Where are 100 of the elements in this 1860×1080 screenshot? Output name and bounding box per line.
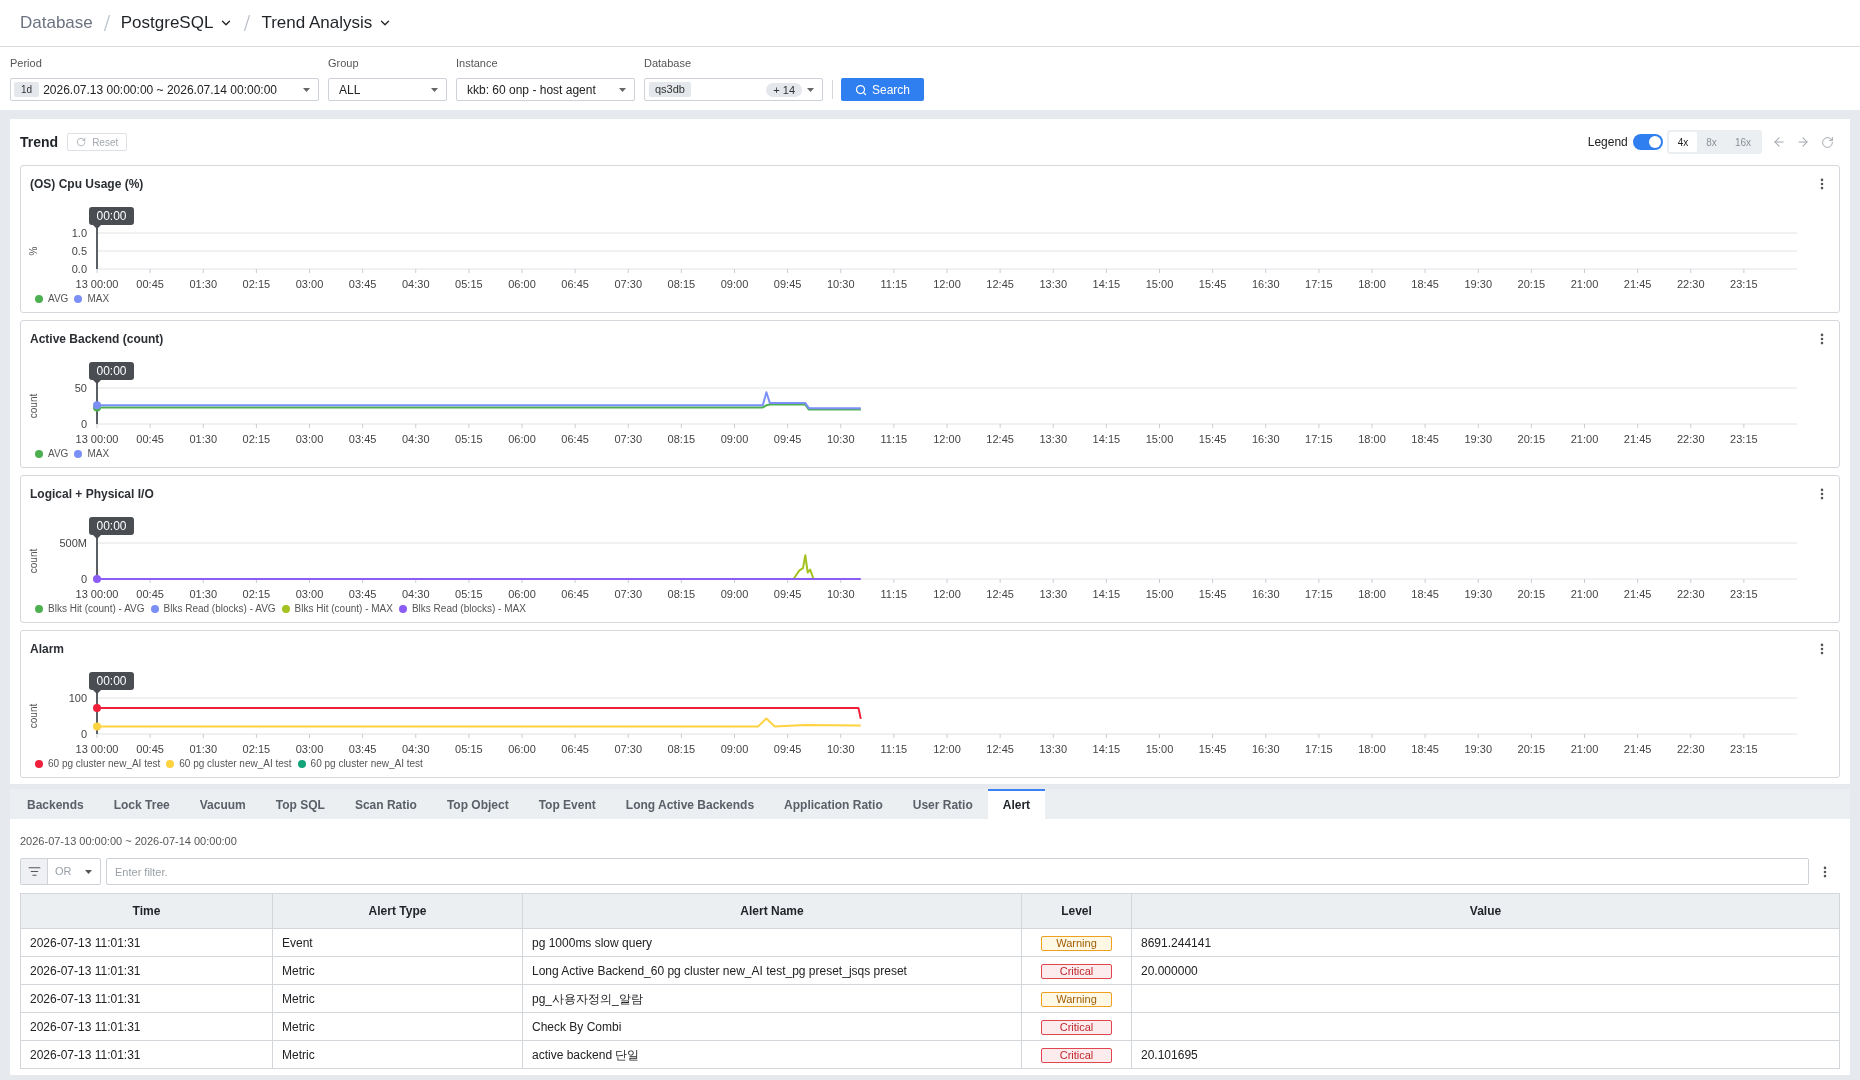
level-badge: Critical [1041,1047,1112,1063]
y-axis-title: count [28,548,39,574]
y-axis-label: 0 [80,728,87,740]
x-axis-label: 11:15 [880,743,908,755]
x-axis-label: 22:30 [1677,743,1705,755]
x-axis-label: 09:00 [720,278,749,290]
zoom-level-option[interactable]: 8x [1697,132,1726,152]
caret-icon [431,87,438,92]
table-cell: active backend 단일 [522,1040,1022,1069]
cursor-tooltip: 00:00 [89,672,134,694]
y-axis-title: count [28,393,39,419]
x-axis-label: 16:30 [1252,433,1280,445]
search-button[interactable]: Search [841,78,924,101]
x-axis-label: 05:15 [455,588,483,600]
table-cell: pg 1000ms slow query [522,928,1022,957]
table-cell: Long Active Backend_60 pg cluster new_AI test_pg preset_jsqs preset [522,956,1022,985]
filter-input[interactable]: Enter filter. [106,858,1809,885]
x-axis-label: 17:15 [1305,433,1333,445]
tab[interactable]: Vacuum [184,789,261,819]
legend-label: MAX [87,293,110,305]
tab[interactable]: Application Ratio [769,789,898,819]
chart-title: (OS) Cpu Usage (%) [30,176,144,193]
x-axis-label: 00:45 [136,743,164,755]
y-axis-title: count [28,703,39,729]
previous-button[interactable] [1772,135,1786,149]
x-axis-label: 18:00 [1358,278,1386,290]
tab[interactable]: Lock Tree [98,789,185,819]
x-axis-label: 21:00 [1570,433,1599,445]
breadcrumb-link[interactable]: PostgreSQL [120,12,234,34]
column-header: Alert Type [272,893,523,929]
x-axis-label: 13:30 [1039,433,1067,445]
level-badge: Critical [1041,1019,1112,1035]
period-select[interactable]: 1d 2026.07.13 00:00:00 ~ 2026.07.14 00:00:00 [10,78,319,101]
legend-toggle[interactable] [1632,134,1663,150]
x-axis-label: 12:45 [986,433,1014,445]
x-axis-label: 18:45 [1411,433,1439,445]
x-axis-label: 04:30 [402,743,430,755]
x-axis-label: 10:30 [827,433,855,445]
x-axis-label: 17:15 [1305,278,1333,290]
x-axis-label: 15:00 [1145,278,1174,290]
refresh-button[interactable] [1820,135,1834,149]
y-axis-label: 0.5 [71,245,87,257]
x-axis-label: 03:00 [295,433,324,445]
x-axis-label: 23:15 [1730,743,1758,755]
tab[interactable]: Top Object [431,789,524,819]
x-axis-label: 04:30 [402,588,430,600]
y-axis-label: 100 [68,692,87,704]
legend-label: 60 pg cluster new_AI test [310,758,423,770]
x-axis-label: 01:30 [189,743,217,755]
x-axis-label: 20:15 [1517,588,1546,600]
dropdown-select[interactable]: kkb: 60 onp - host agent [456,78,635,101]
x-axis-label: 18:00 [1358,433,1386,445]
table-cell: 20.101695 [1131,1040,1840,1069]
x-axis-label: 06:45 [561,588,589,600]
x-axis-label: 05:15 [455,278,483,290]
x-axis-label: 06:45 [561,743,589,755]
next-button[interactable] [1796,135,1810,149]
x-axis-label: 07:30 [614,743,642,755]
database-select[interactable]: qs3db + 14 [644,78,823,101]
x-axis-label: 05:15 [455,743,483,755]
zoom-level-option[interactable]: 4x [1668,132,1698,152]
cursor-line [96,690,98,735]
x-axis-label: 03:00 [295,743,324,755]
tab[interactable]: Top Event [523,789,611,819]
legend-label: 60 pg cluster new_AI test [48,758,161,770]
table-cell: Metric [272,1012,523,1041]
table-cell: 2026-07-13 11:01:31 [20,1012,273,1041]
x-axis-label: 10:30 [827,743,855,755]
breadcrumb-link[interactable]: Trend Analysis [261,12,393,34]
preset-tag: 1d [14,82,40,97]
dropdown-select[interactable]: ALL [328,78,447,101]
x-axis-label: 11:15 [880,588,908,600]
x-axis-label: 17:15 [1305,588,1333,600]
x-axis-label: 04:30 [402,433,430,445]
cursor-line [96,380,98,425]
x-axis-label: 18:45 [1411,278,1439,290]
search-icon [855,83,867,96]
x-axis-label: 09:00 [720,588,749,600]
tab[interactable]: Backends [12,789,99,819]
x-axis-label: 06:00 [508,433,536,445]
x-axis-label: 14:15 [1092,433,1121,445]
y-axis-label: 500M [59,537,87,549]
x-axis-label: 09:45 [773,743,802,755]
x-axis-label: 21:45 [1623,588,1652,600]
zoom-level-option[interactable]: 16x [1725,132,1760,152]
breadcrumb-link[interactable]: Database [20,12,93,34]
x-axis-label: 01:30 [189,588,217,600]
x-axis-label: 07:30 [614,588,642,600]
x-axis-label: 20:15 [1517,433,1546,445]
x-axis-label: 02:15 [242,278,271,290]
tab[interactable]: Long Active Backends [610,789,770,819]
tab[interactable]: Scan Ratio [339,789,432,819]
x-axis-label: 13:30 [1039,743,1067,755]
x-axis-label: 06:45 [561,433,589,445]
tab[interactable]: Alert [987,789,1046,819]
x-axis-label: 22:30 [1677,588,1705,600]
x-axis-label: 03:00 [295,588,324,600]
x-axis-label: 22:30 [1677,433,1705,445]
tab[interactable]: User Ratio [897,789,988,819]
tab[interactable]: Top SQL [260,789,340,819]
